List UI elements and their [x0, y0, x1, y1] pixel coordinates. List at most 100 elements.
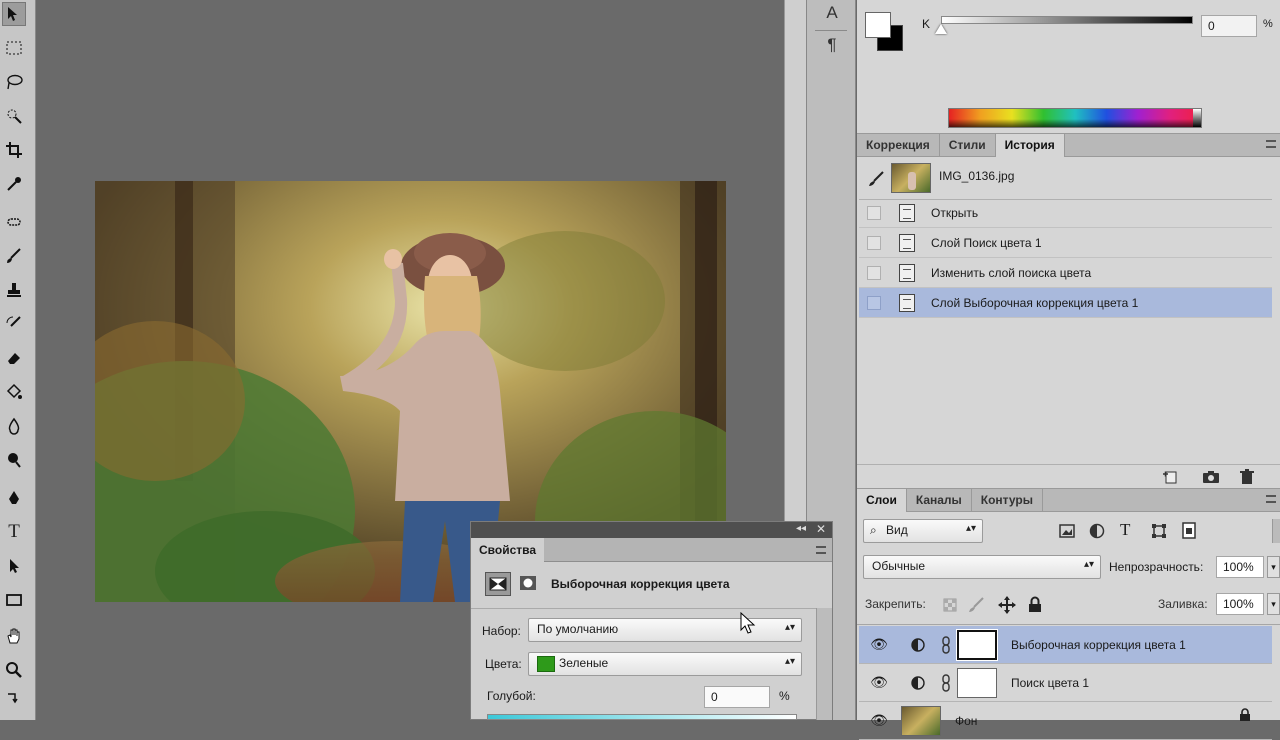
lock-label: Закрепить: [865, 597, 926, 611]
quick-selection-tool-icon[interactable] [2, 104, 26, 128]
rectangle-tool-icon[interactable] [2, 588, 26, 612]
history-snapshot-row[interactable]: IMG_0136.jpg [859, 158, 1272, 200]
history-brush-tool-icon[interactable] [2, 312, 26, 336]
delete-state-icon[interactable] [1239, 469, 1255, 485]
layer-row-background[interactable]: 👁 Фон [859, 702, 1272, 740]
adjustment-layer-icon [911, 675, 925, 690]
tab-correction[interactable]: Коррекция [857, 134, 940, 157]
swap-colors-icon[interactable] [2, 686, 26, 710]
history-panel-tabs: Коррекция Стили История [857, 134, 1280, 157]
properties-scrollbar[interactable] [816, 608, 832, 720]
lock-position-icon[interactable] [998, 596, 1016, 614]
history-state-checkbox[interactable] [867, 265, 881, 280]
crop-tool-icon[interactable] [2, 138, 26, 162]
panel-menu-icon[interactable] [1266, 495, 1276, 503]
foreground-color-swatch[interactable] [865, 12, 891, 38]
marquee-tool-icon[interactable] [2, 36, 26, 60]
path-selection-tool-icon[interactable] [2, 554, 26, 578]
filter-pixel-icon[interactable] [1059, 524, 1075, 538]
move-tool-icon[interactable] [2, 2, 26, 26]
history-state-label: Изменить слой поиска цвета [931, 265, 1092, 280]
tab-channels[interactable]: Каналы [907, 489, 972, 512]
history-state[interactable]: Слой Поиск цвета 1 [859, 228, 1272, 258]
layer-mask-thumbnail[interactable] [957, 667, 997, 698]
eraser-tool-icon[interactable] [2, 346, 26, 370]
history-state-label: Слой Поиск цвета 1 [931, 235, 1042, 250]
mask-icon[interactable] [517, 572, 539, 594]
selective-color-adjustment-icon[interactable] [485, 572, 511, 596]
paragraph-panel-icon[interactable]: ¶ [819, 32, 845, 58]
layer-mask-link-icon[interactable] [941, 635, 951, 654]
tab-styles[interactable]: Стили [940, 134, 996, 157]
colors-swatch [537, 656, 555, 672]
collapse-panel-icon[interactable]: ◂◂ [796, 523, 806, 534]
layer-filter-kind-select[interactable]: ⌕ Вид ▴▾ [863, 519, 983, 543]
cyan-label: Голубой: [487, 689, 536, 703]
lasso-tool-icon[interactable] [2, 70, 26, 94]
history-state[interactable]: Открыть [859, 198, 1272, 228]
eyedropper-tool-icon[interactable] [2, 172, 26, 196]
tab-paths[interactable]: Контуры [972, 489, 1043, 512]
adjustment-layer-icon [911, 637, 925, 652]
opacity-input[interactable]: 100% [1216, 556, 1264, 578]
history-state[interactable]: Изменить слой поиска цвета [859, 258, 1272, 288]
layer-visibility-eye-icon[interactable]: 👁 [869, 674, 889, 691]
colors-select[interactable]: Зеленые ▴▾ [528, 652, 802, 676]
dodge-tool-icon[interactable] [2, 448, 26, 472]
tab-properties[interactable]: Свойства [471, 538, 545, 562]
clone-stamp-tool-icon[interactable] [2, 278, 26, 302]
filter-toggle[interactable] [1272, 519, 1280, 543]
filter-shape-icon[interactable] [1151, 523, 1167, 539]
new-document-from-state-icon[interactable] [1162, 470, 1180, 484]
properties-title: Выборочная коррекция цвета [551, 577, 730, 591]
lock-image-pixels-icon[interactable] [968, 597, 984, 613]
filter-smart-object-icon[interactable] [1181, 522, 1197, 539]
close-panel-icon[interactable]: ✕ [816, 522, 826, 536]
character-panel-icon[interactable]: A [819, 0, 845, 26]
fill-dropdown-icon[interactable]: ▾ [1267, 593, 1280, 615]
brush-tool-icon[interactable] [2, 244, 26, 268]
tab-history[interactable]: История [995, 134, 1065, 157]
history-state-icon [899, 293, 915, 312]
layer-mask-link-icon[interactable] [941, 673, 951, 692]
filter-adjustment-icon[interactable] [1089, 523, 1105, 539]
cyan-value-input[interactable]: 0 [704, 686, 770, 708]
paint-bucket-tool-icon[interactable] [2, 380, 26, 404]
panel-menu-icon[interactable] [1266, 140, 1276, 148]
preset-select[interactable]: По умолчанию ▴▾ [528, 618, 802, 642]
mouse-pointer-icon [740, 612, 756, 634]
healing-brush-tool-icon[interactable] [2, 210, 26, 234]
layer-mask-thumbnail[interactable] [956, 628, 998, 661]
history-state-icon [899, 233, 915, 252]
k-slider-handle[interactable] [935, 24, 947, 34]
blur-tool-icon[interactable] [2, 414, 26, 438]
layer-row-selective-color[interactable]: 👁 Выборочная коррекция цвета 1 [859, 626, 1272, 664]
panel-menu-icon[interactable] [816, 546, 826, 554]
layer-visibility-eye-icon[interactable]: 👁 [869, 712, 889, 729]
opacity-dropdown-icon[interactable]: ▾ [1267, 556, 1280, 578]
lock-transparent-pixels-icon[interactable] [943, 598, 957, 612]
history-state-checkbox[interactable] [867, 295, 881, 310]
blend-mode-select[interactable]: Обычные ▴▾ [863, 555, 1101, 579]
color-spectrum-ramp[interactable] [948, 108, 1202, 128]
lock-all-icon[interactable] [1028, 596, 1042, 613]
layer-visibility-eye-icon[interactable]: 👁 [869, 636, 889, 653]
properties-titlebar[interactable]: ◂◂ ✕ [471, 522, 832, 538]
history-state-checkbox[interactable] [867, 235, 881, 250]
zoom-tool-icon[interactable] [2, 658, 26, 682]
history-state-checkbox[interactable] [867, 205, 881, 220]
hand-tool-icon[interactable] [2, 624, 26, 648]
cyan-slider-track[interactable] [487, 714, 797, 720]
type-tool-icon[interactable]: T [2, 520, 26, 544]
pen-tool-icon[interactable] [2, 486, 26, 510]
layer-row-color-lookup[interactable]: 👁 Поиск цвета 1 [859, 664, 1272, 702]
new-snapshot-icon[interactable] [1202, 470, 1220, 484]
history-state-selected[interactable]: Слой Выборочная коррекция цвета 1 [859, 288, 1272, 318]
history-brush-source-icon[interactable] [867, 171, 885, 187]
tab-layers[interactable]: Слои [857, 489, 907, 512]
k-slider-track[interactable] [941, 16, 1193, 24]
fill-input[interactable]: 100% [1216, 593, 1264, 615]
canvas-vertical-scrollbar[interactable] [784, 0, 806, 522]
k-value-input[interactable]: 0 [1201, 15, 1257, 37]
filter-type-icon[interactable]: T [1120, 520, 1130, 540]
